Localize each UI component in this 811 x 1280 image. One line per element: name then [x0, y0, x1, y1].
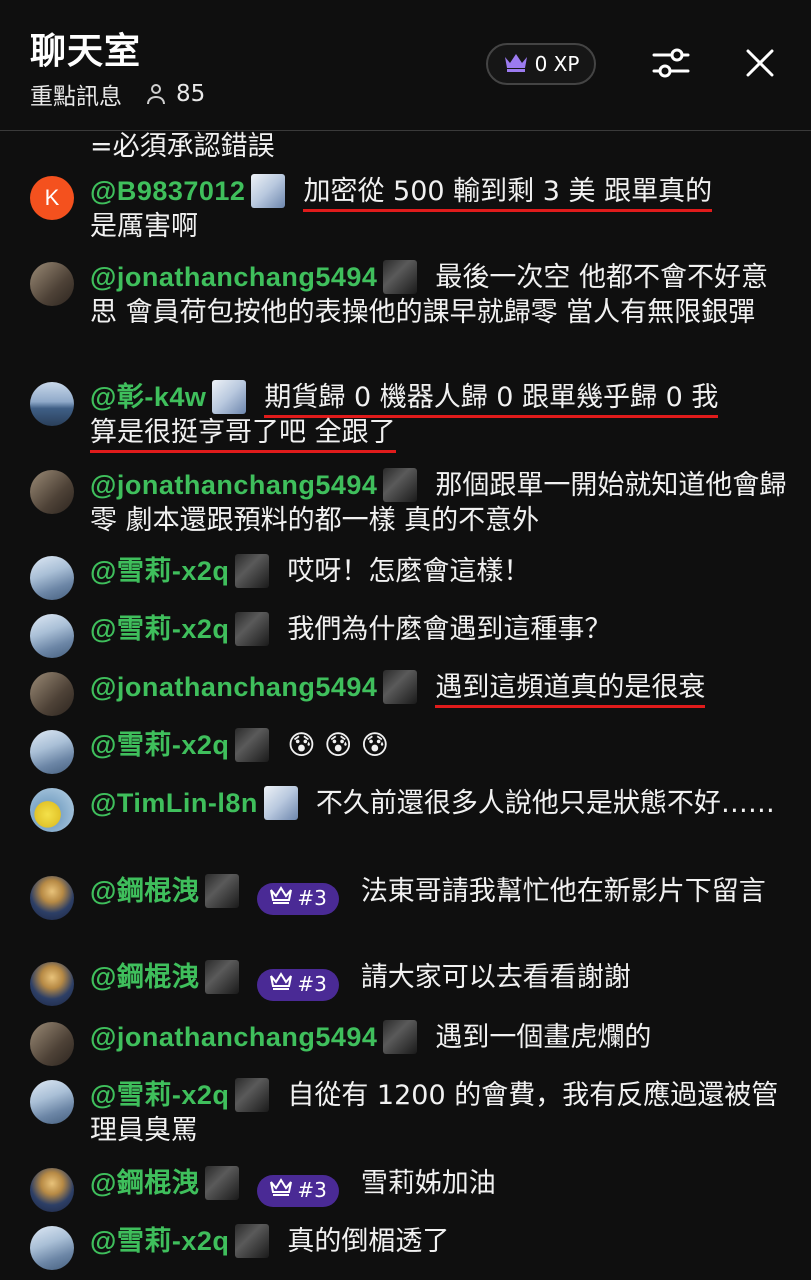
partial-message-text: =必須承認錯誤	[90, 131, 275, 162]
author-name[interactable]: @雪莉-x2q	[90, 1080, 229, 1110]
member-badge-icon	[235, 1078, 270, 1112]
member-badge-icon	[235, 728, 270, 762]
author-name[interactable]: @jonathanchang5494	[90, 470, 377, 500]
member-badge-icon	[383, 468, 418, 502]
rank-label: #3	[297, 1178, 327, 1202]
avatar[interactable]	[30, 730, 74, 774]
chat-message: @jonathanchang5494 遇到這頻道真的是很衰	[30, 666, 790, 716]
member-badge-icon	[383, 260, 418, 294]
author-name[interactable]: @雪莉-x2q	[90, 556, 229, 586]
chat-message: @雪莉-x2q 真的倒楣透了	[30, 1220, 790, 1270]
message-text: 法東哥請我幫忙他在新影片下留言	[360, 876, 766, 907]
author-name[interactable]: @鋼棍洩	[90, 962, 199, 992]
avatar[interactable]	[30, 672, 74, 716]
message-text: 真的倒楣透了	[287, 1226, 450, 1257]
avatar[interactable]	[30, 614, 74, 658]
chat-message: @jonathanchang5494 遇到一個畫虎爛的	[30, 1016, 790, 1066]
message-text: 我們為什麼會遇到這種事？	[287, 614, 612, 645]
viewer-count: 85	[176, 81, 206, 107]
xp-label: 0 XP	[534, 52, 580, 76]
author-name[interactable]: @jonathanchang5494	[90, 672, 377, 702]
message-text: 不久前還很多人說他只是狀態不好……	[315, 788, 775, 819]
message-text: 遇到這頻道真的是很衰	[435, 672, 706, 708]
chat-message: @雪莉-x2q 我們為什麼會遇到這種事？	[30, 608, 790, 658]
avatar[interactable]	[30, 1080, 74, 1124]
chat-list[interactable]: =必須承認錯誤 K @B9837012 加密從 500 輸到剩 3 美 跟單真的 …	[0, 130, 811, 1280]
avatar[interactable]	[30, 876, 74, 920]
avatar[interactable]	[30, 962, 74, 1006]
member-badge-icon	[205, 1166, 240, 1200]
author-name[interactable]: @jonathanchang5494	[90, 262, 377, 292]
avatar[interactable]	[30, 1226, 74, 1270]
filter-button[interactable]	[646, 40, 696, 90]
message-text-continued: 是厲害啊	[90, 211, 198, 242]
message-text: 加密從 500 輸到剩 3 美 跟單真的	[303, 176, 713, 212]
message-text: 期貨歸 0 機器人歸 0 跟單幾乎歸 0 我	[264, 382, 719, 418]
avatar[interactable]	[30, 788, 74, 832]
chat-message: @彰-k4w 期貨歸 0 機器人歸 0 跟單幾乎歸 0 我 算是很挺亨哥了吧 全跟…	[30, 376, 790, 453]
author-name[interactable]: @彰-k4w	[90, 382, 206, 412]
message-text: 遇到一個畫虎爛的	[435, 1022, 652, 1053]
message-text: 哎呀！怎麼會這樣！	[287, 556, 531, 587]
member-badge-icon	[212, 380, 247, 414]
avatar[interactable]	[30, 382, 74, 426]
top-messages-label[interactable]: 重點訊息	[30, 77, 122, 111]
author-name[interactable]: @TimLin-l8n	[90, 788, 258, 818]
author-name[interactable]: @鋼棍洩	[90, 1168, 199, 1198]
chat-message: @jonathanchang5494 最後一次空 他都不會不好意思 會員荷包按他的…	[30, 256, 790, 330]
chat-message: @鋼棍洩 #3 雪莉姊加油	[30, 1162, 790, 1212]
avatar[interactable]	[30, 470, 74, 514]
rank-label: #3	[297, 972, 327, 996]
crown-icon	[269, 881, 293, 916]
chat-message: @雪莉-x2q 😰 😰 😰	[30, 724, 790, 774]
avatar[interactable]	[30, 1022, 74, 1066]
crown-icon	[503, 51, 529, 78]
close-icon	[745, 48, 775, 82]
author-name[interactable]: @B9837012	[90, 176, 245, 206]
member-badge-icon	[263, 786, 298, 820]
person-icon	[144, 82, 168, 106]
rank-badge: #3	[257, 1173, 339, 1208]
member-badge-icon	[205, 874, 240, 908]
chat-message: @鋼棍洩 #3 請大家可以去看看謝謝	[30, 956, 790, 1006]
avatar[interactable]	[30, 262, 74, 306]
crown-icon	[269, 1173, 293, 1208]
chat-message: @雪莉-x2q 自從有 1200 的會費，我有反應過還被管理員臭罵	[30, 1074, 790, 1148]
member-badge-icon	[383, 670, 418, 704]
member-badge-icon	[383, 1020, 418, 1054]
xp-button[interactable]: 0 XP	[486, 43, 596, 85]
avatar[interactable]	[30, 1168, 74, 1212]
close-button[interactable]	[735, 40, 785, 90]
chat-message: @TimLin-l8n 不久前還很多人說他只是狀態不好……	[30, 782, 790, 832]
message-text: 😰 😰 😰	[287, 730, 389, 761]
member-badge-icon	[235, 1224, 270, 1258]
author-name[interactable]: @鋼棍洩	[90, 876, 199, 906]
member-badge-icon	[235, 612, 270, 646]
rank-label: #3	[297, 886, 327, 910]
member-badge-icon	[235, 554, 270, 588]
chat-message: @jonathanchang5494 那個跟單一開始就知道他會歸零 劇本還跟預料的…	[30, 464, 790, 538]
rank-badge: #3	[257, 881, 339, 916]
author-name[interactable]: @jonathanchang5494	[90, 1022, 377, 1052]
member-badge-icon	[251, 174, 286, 208]
avatar[interactable]: K	[30, 176, 74, 220]
author-name[interactable]: @雪莉-x2q	[90, 1226, 229, 1256]
sliders-icon	[651, 45, 691, 85]
chat-message: @雪莉-x2q 哎呀！怎麼會這樣！	[30, 550, 790, 600]
page-title: 聊天室	[30, 31, 142, 72]
message-text-continued: 算是很挺亨哥了吧 全跟了	[90, 417, 396, 453]
header-subrow: 重點訊息 85	[30, 77, 205, 111]
chat-message: K @B9837012 加密從 500 輸到剩 3 美 跟單真的 是厲害啊	[30, 170, 790, 244]
crown-icon	[269, 967, 293, 1002]
author-name[interactable]: @雪莉-x2q	[90, 730, 229, 760]
avatar[interactable]	[30, 556, 74, 600]
chat-header: 聊天室 重點訊息 85 0 XP	[0, 0, 811, 131]
chat-message: @鋼棍洩 #3 法東哥請我幫忙他在新影片下留言	[30, 870, 790, 920]
rank-badge: #3	[257, 967, 339, 1002]
message-text: 雪莉姊加油	[360, 1168, 496, 1199]
message-text: 請大家可以去看看謝謝	[360, 962, 631, 993]
author-name[interactable]: @雪莉-x2q	[90, 614, 229, 644]
member-badge-icon	[205, 960, 240, 994]
